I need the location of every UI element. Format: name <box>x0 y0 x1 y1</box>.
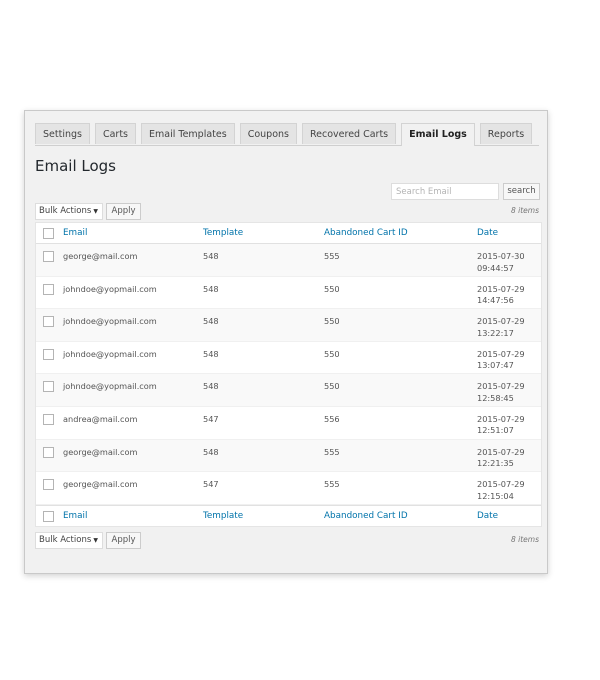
tab-bar: Settings Carts Email Templates Coupons R… <box>35 123 539 146</box>
time-value: 12:58:45 <box>477 392 514 403</box>
tab-email-templates[interactable]: Email Templates <box>141 123 235 144</box>
cell-email: george@mail.com <box>63 479 138 490</box>
column-header-cart-id[interactable]: Abandoned Cart ID <box>324 228 408 238</box>
row-checkbox[interactable] <box>43 381 54 393</box>
cell-email: george@mail.com <box>63 251 138 261</box>
cell-date: 2015-07-29 12:21:35 <box>477 447 525 470</box>
cell-cart-id: 556 <box>324 413 340 424</box>
cell-cart-id: 550 <box>324 316 340 327</box>
bulk-actions-select-bottom[interactable]: Bulk Actions ▼ <box>35 532 103 549</box>
table-row: andrea@mail.com 547 556 2015-07-29 12:51:… <box>36 407 541 440</box>
cell-cart-id: 555 <box>324 251 340 261</box>
select-all-checkbox-footer[interactable] <box>43 510 54 522</box>
cell-date: 2015-07-29 12:58:45 <box>477 381 525 404</box>
apply-button-bottom[interactable]: Apply <box>106 532 141 549</box>
cell-cart-id: 550 <box>324 348 340 359</box>
cell-email: johndoe@yopmail.com <box>63 381 157 392</box>
row-checkbox[interactable] <box>43 446 54 458</box>
cell-cart-id: 555 <box>324 479 340 490</box>
table-footer-row: Email Template Abandoned Cart ID Date <box>36 504 541 526</box>
row-checkbox[interactable] <box>43 479 54 491</box>
cell-template: 548 <box>203 348 219 359</box>
table-row: george@mail.com 547 555 2015-07-29 12:15:… <box>36 472 541 505</box>
column-footer-template[interactable]: Template <box>203 511 243 521</box>
cell-template: 547 <box>203 479 219 490</box>
bulk-actions-label: Bulk Actions <box>39 535 92 545</box>
date-value: 2015-07-29 <box>477 479 525 490</box>
row-checkbox[interactable] <box>43 316 54 328</box>
select-all-checkbox[interactable] <box>43 228 54 239</box>
cell-email: johndoe@yopmail.com <box>63 348 157 359</box>
tab-recovered-carts[interactable]: Recovered Carts <box>301 123 397 144</box>
cell-email: johndoe@yopmail.com <box>63 316 157 327</box>
cell-template: 548 <box>203 381 219 392</box>
date-value: 2015-07-29 <box>477 348 525 359</box>
cell-cart-id: 550 <box>324 381 340 392</box>
cell-email: andrea@mail.com <box>63 413 138 424</box>
cell-cart-id: 550 <box>324 283 340 294</box>
date-value: 2015-07-30 <box>477 251 525 261</box>
cell-template: 548 <box>203 251 219 261</box>
email-logs-table: Email Template Abandoned Cart ID Date ge… <box>35 222 542 527</box>
time-value: 13:07:47 <box>477 360 514 371</box>
cell-template: 548 <box>203 316 219 327</box>
apply-button-top[interactable]: Apply <box>106 203 141 220</box>
cell-email: johndoe@yopmail.com <box>63 283 157 294</box>
page-title: Email Logs <box>35 157 116 175</box>
cell-template: 548 <box>203 446 219 457</box>
search-button[interactable]: search <box>503 183 540 200</box>
table-row: george@mail.com 548 555 2015-07-30 09:44:… <box>36 244 541 277</box>
cell-date: 2015-07-30 09:44:57 <box>477 251 525 274</box>
table-header-row: Email Template Abandoned Cart ID Date <box>36 223 541 244</box>
time-value: 09:44:57 <box>477 262 514 273</box>
tab-coupons[interactable]: Coupons <box>239 123 297 144</box>
dropdown-caret-icon: ▼ <box>93 537 98 544</box>
row-checkbox[interactable] <box>43 251 54 262</box>
cell-template: 547 <box>203 413 219 424</box>
cell-date: 2015-07-29 13:07:47 <box>477 349 525 372</box>
date-value: 2015-07-29 <box>477 316 525 327</box>
time-value: 12:15:04 <box>477 490 514 501</box>
cell-cart-id: 555 <box>324 446 340 457</box>
items-count-bottom: 8 items <box>510 535 539 544</box>
dropdown-caret-icon: ▼ <box>93 208 98 215</box>
column-footer-email[interactable]: Email <box>63 511 87 521</box>
cell-date: 2015-07-29 14:47:56 <box>477 284 525 307</box>
table-row: johndoe@yopmail.com 548 550 2015-07-29 13… <box>36 309 541 342</box>
column-header-email[interactable]: Email <box>63 228 87 238</box>
date-value: 2015-07-29 <box>477 446 525 457</box>
table-row: johndoe@yopmail.com 548 550 2015-07-29 13… <box>36 342 541 375</box>
row-checkbox[interactable] <box>43 413 54 425</box>
row-checkbox[interactable] <box>43 283 54 295</box>
tab-reports[interactable]: Reports <box>479 123 533 144</box>
date-value: 2015-07-29 <box>477 381 525 392</box>
time-value: 14:47:56 <box>477 295 514 306</box>
cell-date: 2015-07-29 12:51:07 <box>477 414 525 437</box>
tab-carts[interactable]: Carts <box>94 123 137 144</box>
column-header-date[interactable]: Date <box>477 228 498 238</box>
column-header-template[interactable]: Template <box>203 228 243 238</box>
time-value: 13:22:17 <box>477 327 514 338</box>
cell-template: 548 <box>203 283 219 294</box>
column-footer-date[interactable]: Date <box>477 511 498 521</box>
cell-email: george@mail.com <box>63 446 138 457</box>
time-value: 12:21:35 <box>477 458 514 469</box>
table-row: george@mail.com 548 555 2015-07-29 12:21:… <box>36 439 541 473</box>
cell-date: 2015-07-29 13:22:17 <box>477 316 525 339</box>
cell-date: 2015-07-29 12:15:04 <box>477 479 525 502</box>
date-value: 2015-07-29 <box>477 283 525 294</box>
tab-email-logs[interactable]: Email Logs <box>401 123 475 146</box>
table-row: johndoe@yopmail.com 548 550 2015-07-29 12… <box>36 374 541 407</box>
row-checkbox[interactable] <box>43 348 54 360</box>
items-count-top: 8 items <box>510 206 539 215</box>
bulk-actions-select-top[interactable]: Bulk Actions ▼ <box>35 203 103 220</box>
time-value: 12:51:07 <box>477 425 514 436</box>
bulk-actions-label: Bulk Actions <box>39 206 92 216</box>
table-row: johndoe@yopmail.com 548 550 2015-07-29 14… <box>36 277 541 310</box>
date-value: 2015-07-29 <box>477 413 525 424</box>
column-footer-cart-id[interactable]: Abandoned Cart ID <box>324 511 408 521</box>
search-email-input[interactable] <box>391 183 499 200</box>
email-logs-panel: Settings Carts Email Templates Coupons R… <box>24 110 548 574</box>
tab-settings[interactable]: Settings <box>35 123 90 144</box>
